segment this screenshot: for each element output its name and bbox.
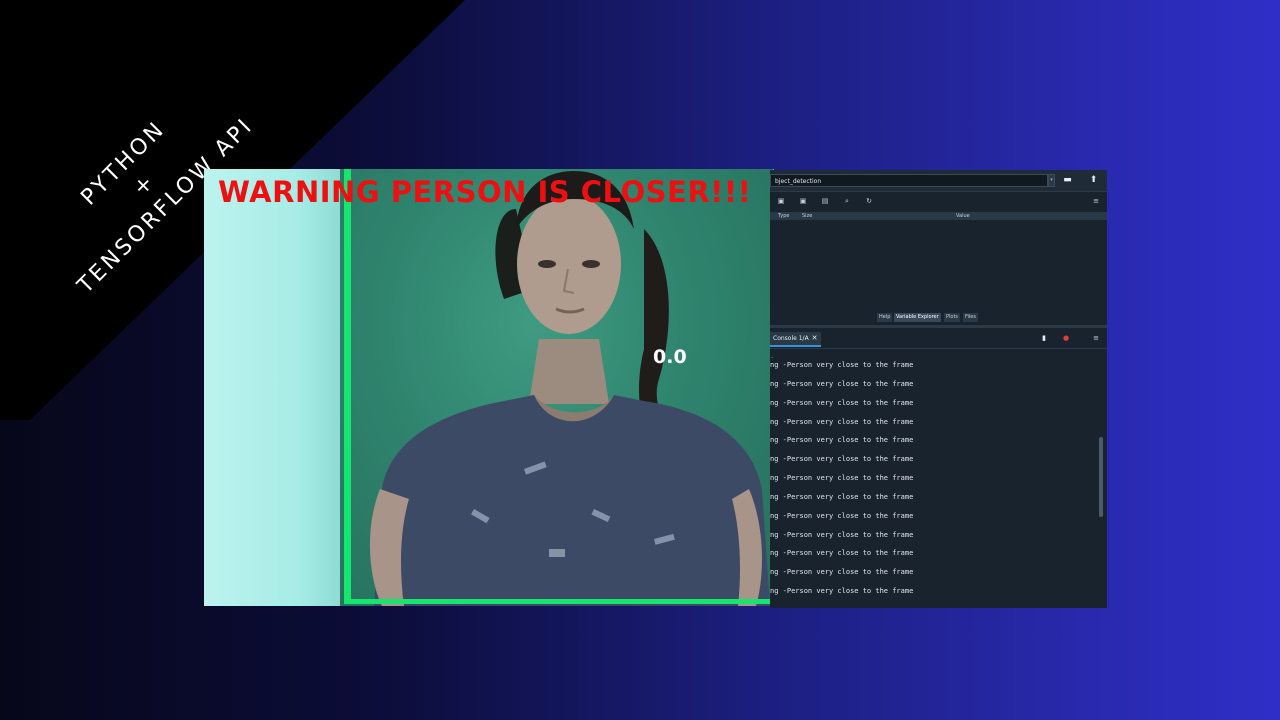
working-directory-input[interactable]: bject_detection	[770, 174, 1048, 187]
clipboard-icon[interactable]: ▮	[1038, 332, 1050, 344]
search-icon[interactable]: ⌕	[841, 195, 853, 207]
tab-variable-explorer[interactable]: Variable Explorer	[894, 313, 941, 322]
console-line: ng -Person very close to the frame	[770, 455, 914, 463]
console-line: ng -Person very close to the frame	[770, 399, 914, 407]
ide-window: bject_detection ▾ ▬ ⬆ ▣ ▣ ▤ ⌕ ↻ ≡ Type S…	[770, 170, 1107, 608]
tab-files[interactable]: Files	[963, 313, 978, 322]
refresh-icon[interactable]: ↻	[863, 195, 875, 207]
save-as-icon[interactable]: ▤	[819, 195, 831, 207]
console-line: ng -Person very close to the frame	[770, 531, 914, 539]
save-data-icon[interactable]: ▣	[797, 195, 809, 207]
variable-table-header: Type Size Value	[770, 212, 1107, 220]
console-scrollbar-thumb[interactable]	[1099, 437, 1103, 517]
console-line: ng -Person very close to the frame	[770, 568, 914, 576]
path-dropdown-button[interactable]: ▾	[1048, 174, 1055, 187]
console-line: ng -Person very close to the frame	[770, 587, 914, 595]
proximity-warning-text: WARNING PERSON IS CLOSER!!!	[218, 175, 752, 209]
console-line: ng -Person very close to the frame	[770, 418, 914, 426]
detection-bounding-box	[344, 169, 774, 604]
arrow-up-icon[interactable]: ⬆	[1086, 173, 1101, 188]
column-type[interactable]: Type	[778, 212, 789, 220]
console-line: ng -Person very close to the frame	[770, 549, 914, 557]
console-line: ng -Person very close to the frame	[770, 493, 914, 501]
folder-open-icon[interactable]: ▬	[1060, 173, 1075, 188]
pane-tab-bar: Help Variable Explorer Plots Files	[770, 311, 1107, 324]
console-header: Console 1/A ✕ ▮ ● ≡	[770, 328, 1107, 349]
tab-plots[interactable]: Plots	[944, 313, 961, 322]
working-directory-bar: bject_detection ▾ ▬ ⬆	[770, 170, 1107, 192]
column-value[interactable]: Value	[956, 212, 970, 220]
console-line: ng -Person very close to the frame	[770, 474, 914, 482]
variable-explorer-toolbar: ▣ ▣ ▤ ⌕ ↻ ≡	[770, 192, 1107, 210]
webcam-feed: WARNING PERSON IS CLOSER!!! 0.0	[204, 169, 774, 606]
console-line-partial: .	[770, 352, 775, 360]
console-line: ng -Person very close to the frame	[770, 380, 914, 388]
detection-score-label: 0.0	[653, 346, 687, 368]
console-output[interactable]: . ng -Person very close to the frame ng …	[770, 349, 1096, 608]
console-tab-label: Console 1/A	[773, 335, 809, 342]
console-line: ng -Person very close to the frame	[770, 361, 914, 369]
console-options-icon[interactable]: ≡	[1090, 332, 1102, 344]
options-menu-icon[interactable]: ≡	[1090, 195, 1102, 207]
console-tab[interactable]: Console 1/A ✕	[770, 332, 821, 347]
console-line: ng -Person very close to the frame	[770, 436, 914, 444]
console-line: ng -Person very close to the frame	[770, 512, 914, 520]
console-scrollbar[interactable]	[1097, 349, 1105, 604]
close-icon[interactable]: ✕	[812, 334, 818, 342]
stop-icon[interactable]: ●	[1060, 332, 1072, 344]
tab-help[interactable]: Help	[877, 313, 893, 322]
import-data-icon[interactable]: ▣	[775, 195, 787, 207]
column-size[interactable]: Size	[802, 212, 812, 220]
variable-table-body	[770, 220, 1107, 311]
